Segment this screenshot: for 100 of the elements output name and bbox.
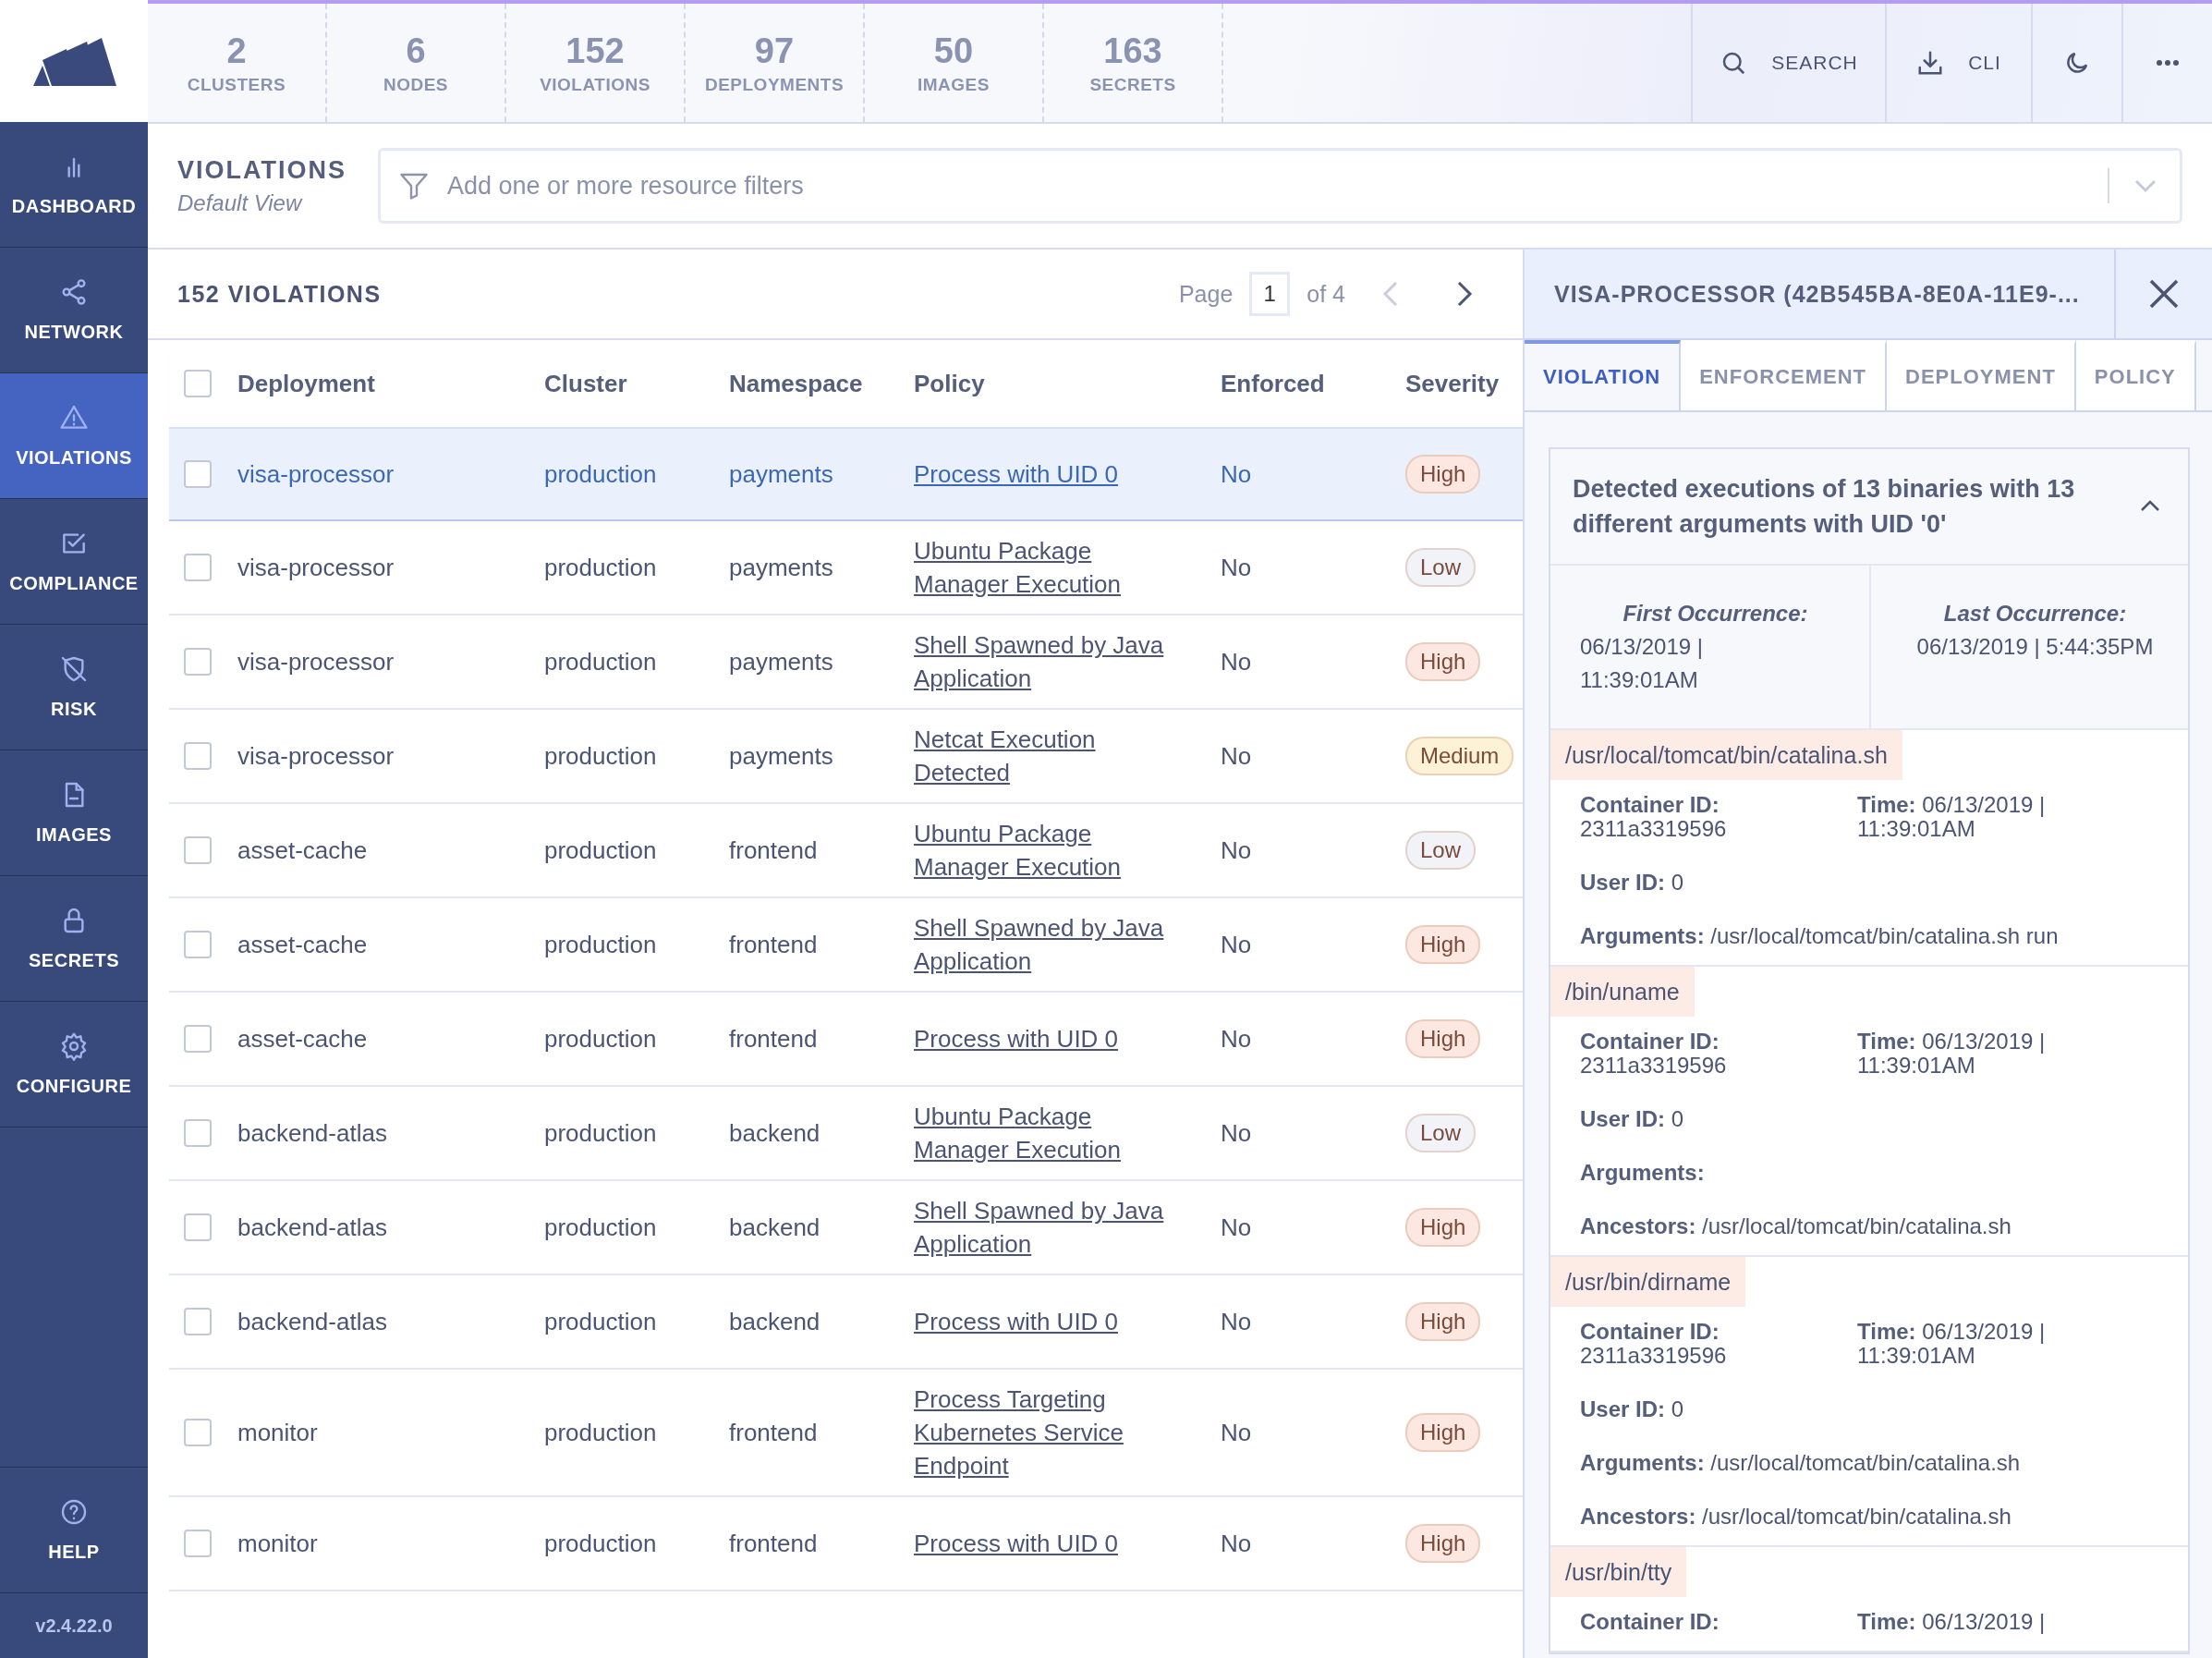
table-row[interactable]: backend-atlas production backend Shell Spawned by Java Application No High bbox=[169, 1181, 1523, 1275]
table-cell-text: monitor bbox=[237, 1418, 319, 1448]
table-cell-text: asset-cache bbox=[237, 1024, 369, 1055]
table-cell-text: frontend bbox=[729, 930, 819, 960]
select-all-checkbox[interactable] bbox=[184, 370, 212, 397]
shield-off-icon bbox=[59, 654, 89, 684]
process-field: User ID: 0 bbox=[1580, 1397, 2158, 1421]
row-checkbox[interactable] bbox=[184, 648, 212, 676]
row-checkbox[interactable] bbox=[184, 742, 212, 770]
help-icon bbox=[59, 1497, 89, 1527]
column-header[interactable]: Deployment bbox=[237, 369, 544, 398]
policy-link[interactable]: Ubuntu Package Manager Execution bbox=[914, 1100, 1191, 1166]
policy-link[interactable]: Process with UID 0 bbox=[914, 1527, 1119, 1560]
version-label: v2.4.22.0 bbox=[34, 1614, 114, 1638]
table-cell-text: payments bbox=[729, 647, 834, 677]
column-header[interactable]: Enforced bbox=[1221, 369, 1405, 398]
table-cell-text: No bbox=[1221, 647, 1253, 677]
page-number-field[interactable]: 1 bbox=[1249, 272, 1291, 316]
process-field: Arguments: bbox=[1580, 1161, 2158, 1185]
table-cell-text: backend-atlas bbox=[237, 1213, 388, 1243]
row-checkbox[interactable] bbox=[184, 554, 212, 581]
table-cell-text: production bbox=[544, 1118, 658, 1149]
policy-link[interactable]: Ubuntu Package Manager Execution bbox=[914, 534, 1191, 601]
process-path: /usr/bin/tty bbox=[1550, 1547, 1687, 1597]
table-row[interactable]: backend-atlas production backend Ubuntu Package Manager Execution No Low bbox=[169, 1087, 1523, 1181]
table-cell-text: asset-cache bbox=[237, 835, 369, 866]
policy-link[interactable]: Process with UID 0 bbox=[914, 1022, 1119, 1055]
filter-field[interactable]: Add one or more resource filters bbox=[378, 148, 2182, 224]
table-row[interactable]: asset-cache production frontend Shell Spawned by Java Application No High bbox=[169, 898, 1523, 993]
row-checkbox[interactable] bbox=[184, 1025, 212, 1053]
sidebar-nav-item[interactable]: COMPLIANCE bbox=[0, 499, 148, 625]
occurrence-label: First Occurrence: bbox=[1623, 600, 1808, 628]
process-path: /usr/bin/dirname bbox=[1550, 1257, 1746, 1307]
sidebar-nav-item[interactable]: CONFIGURE bbox=[0, 1002, 148, 1128]
help-nav-item[interactable]: HELP bbox=[0, 1467, 148, 1593]
process-path: /bin/uname bbox=[1550, 967, 1695, 1017]
sidebar-nav-item[interactable]: VIOLATIONS bbox=[0, 373, 148, 499]
policy-link[interactable]: Shell Spawned by Java Application bbox=[914, 911, 1191, 978]
policy-link[interactable]: Process with UID 0 bbox=[914, 457, 1119, 491]
panel-title: VISA-PROCESSOR (42B545BA-8E0A-11E9-... bbox=[1553, 279, 2081, 309]
cli-download-button[interactable]: CLI bbox=[1885, 4, 2031, 122]
table-row[interactable]: visa-processor production payments Shell Spawned by Java Application No High bbox=[169, 616, 1523, 710]
table-cell-text: backend-atlas bbox=[237, 1118, 388, 1149]
table-cell-text: visa-processor bbox=[237, 647, 395, 677]
table-cell-text: monitor bbox=[237, 1529, 319, 1559]
column-header[interactable]: Cluster bbox=[544, 369, 729, 398]
policy-link[interactable]: Netcat Execution Detected bbox=[914, 723, 1191, 789]
row-checkbox[interactable] bbox=[184, 1119, 212, 1147]
policy-link[interactable]: Process Targeting Kubernetes Service Endpoint bbox=[914, 1383, 1191, 1482]
row-checkbox[interactable] bbox=[184, 1530, 212, 1557]
sidebar-nav-item[interactable]: DASHBOARD bbox=[0, 122, 148, 248]
chevron-down-icon bbox=[2133, 178, 2157, 193]
process-field: Arguments: /usr/local/tomcat/bin/catalina.sh run bbox=[1580, 924, 2158, 948]
row-checkbox[interactable] bbox=[184, 931, 212, 958]
table-cell-text: No bbox=[1221, 459, 1253, 490]
search-button[interactable]: SEARCH bbox=[1691, 4, 1885, 122]
panel-tab[interactable]: VIOLATION bbox=[1525, 340, 1682, 410]
violation-summary: Detected executions of 13 binaries with 13 different arguments with UID '0' bbox=[1573, 474, 2076, 540]
table-cell-text: No bbox=[1221, 1118, 1253, 1149]
policy-link[interactable]: Process with UID 0 bbox=[914, 1305, 1119, 1338]
table-cell-text: backend bbox=[729, 1118, 821, 1149]
severity-label: Medium bbox=[1405, 737, 1514, 775]
table-cell-text: backend bbox=[729, 1307, 821, 1337]
filter-input[interactable]: Add one or more resource filters bbox=[445, 170, 2093, 201]
sidebar-nav-item[interactable]: RISK bbox=[0, 625, 148, 750]
process-path: /usr/local/tomcat/bin/catalina.sh bbox=[1550, 730, 1902, 780]
table-row[interactable]: visa-processor production payments Process with UID 0 No High bbox=[169, 427, 1523, 521]
table-cell-text: production bbox=[544, 1529, 658, 1559]
table-cell-text: frontend bbox=[729, 1024, 819, 1055]
table-row[interactable]: monitor production frontend Process Targeting Kubernetes Service Endpoint No High bbox=[169, 1370, 1523, 1497]
table-row[interactable]: monitor production frontend Process with UID 0 No High bbox=[169, 1497, 1523, 1591]
table-cell-text: production bbox=[544, 459, 658, 490]
sidebar-nav-item[interactable]: SECRETS bbox=[0, 876, 148, 1002]
table-cell-text: production bbox=[544, 553, 658, 583]
table-row[interactable]: visa-processor production payments Netcat Execution Detected No Medium bbox=[169, 710, 1523, 804]
table-cell-text: payments bbox=[729, 553, 834, 583]
severity-label: High bbox=[1405, 1019, 1481, 1058]
policy-link[interactable]: Ubuntu Package Manager Execution bbox=[914, 817, 1191, 884]
policy-link[interactable]: Shell Spawned by Java Application bbox=[914, 628, 1191, 695]
row-checkbox[interactable] bbox=[184, 1419, 212, 1446]
row-checkbox[interactable] bbox=[184, 460, 212, 488]
policy-link[interactable]: Shell Spawned by Java Application bbox=[914, 1194, 1191, 1261]
sidebar-nav-item[interactable]: IMAGES bbox=[0, 750, 148, 876]
row-checkbox[interactable] bbox=[184, 1213, 212, 1241]
table-row[interactable]: backend-atlas production backend Process with UID 0 No High bbox=[169, 1275, 1523, 1370]
row-checkbox[interactable] bbox=[184, 1308, 212, 1335]
column-header[interactable]: Namespace bbox=[729, 369, 914, 398]
table-row[interactable]: asset-cache production frontend Ubuntu Package Manager Execution No Low bbox=[169, 804, 1523, 898]
column-header[interactable]: Policy bbox=[914, 369, 1221, 398]
severity-label: High bbox=[1405, 455, 1481, 494]
table-cell-text: production bbox=[544, 1024, 658, 1055]
table-row[interactable]: asset-cache production frontend Process with UID 0 No High bbox=[169, 993, 1523, 1087]
column-header[interactable]: Severity bbox=[1405, 369, 1523, 398]
table-cell-text: frontend bbox=[729, 1418, 819, 1448]
page-title: VIOLATIONS bbox=[177, 155, 346, 185]
row-checkbox[interactable] bbox=[184, 836, 212, 864]
severity-label: High bbox=[1405, 1302, 1481, 1341]
process-field: Time: 06/13/2019 | bbox=[1857, 1610, 2079, 1634]
process-field: Container ID: 2311a3319596 bbox=[1580, 1320, 1746, 1368]
table-row[interactable]: visa-processor production payments Ubuntu Package Manager Execution No Low bbox=[169, 521, 1523, 616]
